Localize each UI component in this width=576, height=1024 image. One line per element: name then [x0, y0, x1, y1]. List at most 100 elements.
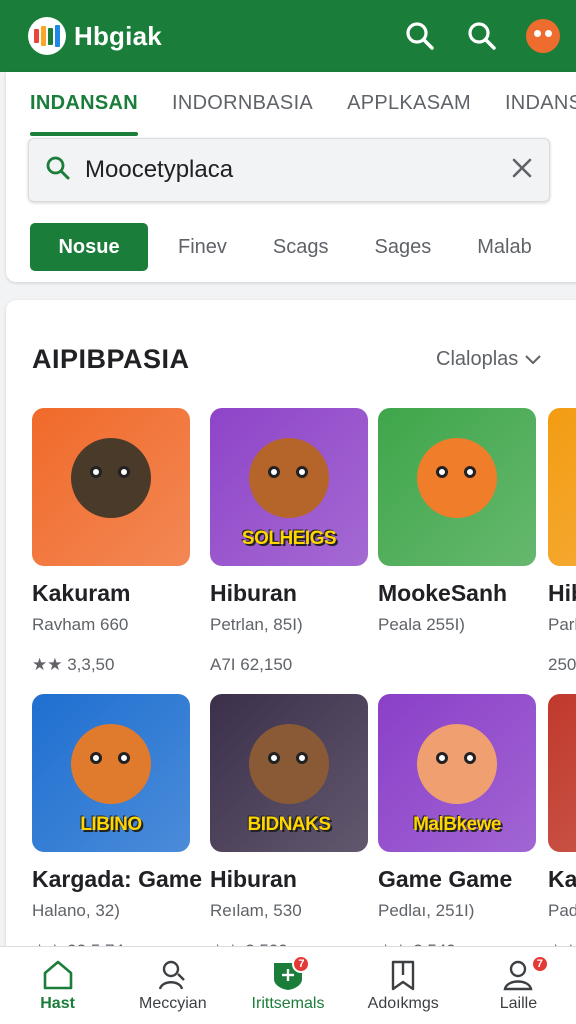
- app-rating: A7I 62,150: [210, 655, 293, 674]
- app-card[interactable]: KarPad★★: [548, 694, 576, 961]
- bottom-navigation: Hast Meccyian 7 Irittsemals Adoıkmgs 7 L…: [0, 946, 576, 1024]
- tab-indansan[interactable]: INDANSAN: [30, 72, 138, 136]
- app-name: Hiburan: [210, 866, 297, 892]
- mascot-eye: [118, 752, 130, 764]
- app-card[interactable]: MookeSanh Peala 255I): [378, 408, 538, 655]
- nav-item-irittsemals[interactable]: 7 Irittsemals: [230, 947, 345, 1024]
- tab-indansi[interactable]: INDANSI: [505, 72, 576, 136]
- app-title: Hbgiak: [74, 20, 162, 51]
- mascot-eye: [436, 752, 448, 764]
- mascot-eye: [464, 752, 476, 764]
- app-subtitle: Ravham 660: [32, 615, 129, 634]
- close-icon[interactable]: [511, 157, 533, 184]
- nav-item-laille[interactable]: 7 Laille: [461, 947, 576, 1024]
- mascot-illustration: [417, 724, 497, 804]
- nav-label: Irittsemals: [251, 995, 325, 1012]
- app-subtitle: Reılam, 530: [210, 901, 302, 920]
- app-card[interactable]: Kakuram Ravham 660 ★★ 3,3,50: [32, 408, 192, 675]
- app-icon-banner: BIDNAKS: [247, 814, 331, 835]
- app-icon-banner: LIBINO: [80, 814, 142, 835]
- app-card[interactable]: LIBINOKargada: GameHalano, 32)★★ 92 5,74: [32, 694, 203, 961]
- mascot-eye: [268, 466, 280, 478]
- app-name: Hiburan: [210, 580, 297, 606]
- app-subtitle: Peala 255I): [378, 615, 465, 634]
- app-rating: ★★ 3,3,50: [32, 655, 115, 674]
- notification-badge: 7: [530, 955, 549, 973]
- chip-scags[interactable]: Scags: [273, 236, 329, 259]
- search-bar[interactable]: Moocetyplaca: [28, 138, 550, 202]
- app-icon-banner: MalBkewe: [413, 814, 501, 835]
- sort-label: Claloplas: [436, 348, 519, 370]
- app-subtitle: Petrlan, 85I): [210, 615, 303, 634]
- app-name: Kakuram: [32, 580, 131, 606]
- mascot-illustration: [249, 724, 329, 804]
- mascot-eye: [296, 752, 308, 764]
- mascot-eye: [90, 752, 102, 764]
- tab-indornbasia[interactable]: INDORNBASIA: [172, 72, 313, 136]
- app-card[interactable]: SOLHEIGS Hiburan Petrlan, 85I) A7I 62,150: [210, 408, 370, 675]
- app-name: MookeSanh: [378, 580, 508, 606]
- mascot-illustration: [71, 724, 151, 804]
- profile-avatar[interactable]: [526, 19, 560, 53]
- mascot-eye: [90, 466, 102, 478]
- top-app-bar: Hbgiak: [0, 0, 576, 72]
- app-name: Game Game: [378, 866, 513, 892]
- nav-item-hast[interactable]: Hast: [0, 947, 115, 1024]
- app-icon-banner: SOLHEIGS: [241, 528, 337, 549]
- nav-label: Laille: [499, 995, 538, 1012]
- mascot-eye: [118, 466, 130, 478]
- nav-item-meccyian[interactable]: Meccyian: [115, 947, 230, 1024]
- filter-chips: Nosue Finev Scags Sages Malab: [30, 223, 576, 271]
- mascot-eye: [268, 752, 280, 764]
- mascot-illustration: [249, 438, 329, 518]
- nav-label: Meccyian: [139, 995, 207, 1012]
- app-section: AIPIBPASIA Claloplas Kakuram Ravham 660 ★★…: [6, 300, 576, 1024]
- home-icon: [43, 960, 72, 990]
- bookmark-icon: [392, 960, 415, 991]
- search-icon[interactable]: [402, 18, 438, 54]
- chip-finev[interactable]: Finev: [178, 236, 227, 259]
- app-card[interactable]: BIDNAKSHiburanReılam, 530★★ 2,500: [210, 694, 370, 961]
- nav-label: Adoıkmgs: [367, 995, 439, 1012]
- app-subtitle: Parl: [548, 615, 576, 634]
- chip-malab[interactable]: Malab: [477, 236, 531, 259]
- app-card[interactable]: Hib Parl 250: [548, 408, 576, 675]
- tab-applkasam[interactable]: APPLKASAM: [347, 72, 471, 136]
- category-tabs: INDANSAN INDORNBASIA APPLKASAM INDANSI: [6, 72, 576, 136]
- mascot-eye: [296, 466, 308, 478]
- section-sort-dropdown[interactable]: Claloplas: [436, 348, 542, 371]
- chip-nosue[interactable]: Nosue: [30, 223, 148, 271]
- person-search-icon: [158, 960, 185, 990]
- app-card[interactable]: MalBkeweGame GamePedlaı, 251I)★★ 2,540: [378, 694, 538, 961]
- app-icon[interactable]: BIDNAKS: [210, 694, 368, 852]
- app-icon[interactable]: LIBINO: [32, 694, 190, 852]
- app-icon[interactable]: MalBkewe: [378, 694, 536, 852]
- app-subtitle: Pedlaı, 251I): [378, 901, 475, 920]
- section-title: AIPIBPASIA: [32, 344, 190, 374]
- app-logo-icon: [28, 17, 66, 55]
- mascot-illustration: [71, 438, 151, 518]
- search-panel: INDANSAN INDORNBASIA APPLKASAM INDANSI M…: [6, 72, 576, 282]
- search-icon[interactable]: [464, 18, 500, 54]
- mascot-eye: [436, 466, 448, 478]
- app-icon[interactable]: [32, 408, 190, 566]
- search-icon: [45, 155, 71, 186]
- mascot-eye: [464, 466, 476, 478]
- app-name: Hib: [548, 580, 576, 606]
- chevron-down-icon: [525, 354, 541, 364]
- mascot-illustration: [417, 438, 497, 518]
- nav-label: Hast: [40, 995, 75, 1012]
- app-name: Kar: [548, 866, 576, 892]
- notification-badge: 7: [292, 955, 311, 973]
- app-subtitle: Halano, 32): [32, 901, 120, 920]
- app-icon[interactable]: [378, 408, 536, 566]
- app-subtitle: Pad: [548, 901, 576, 920]
- chip-sages[interactable]: Sages: [375, 236, 432, 259]
- app-rating: 250: [548, 655, 576, 674]
- app-icon[interactable]: [548, 694, 576, 852]
- nav-item-adoikmgs[interactable]: Adoıkmgs: [346, 947, 461, 1024]
- app-icon[interactable]: [548, 408, 576, 566]
- app-name: Kargada: Game: [32, 866, 203, 892]
- app-icon[interactable]: SOLHEIGS: [210, 408, 368, 566]
- search-input[interactable]: Moocetyplaca: [85, 156, 511, 184]
